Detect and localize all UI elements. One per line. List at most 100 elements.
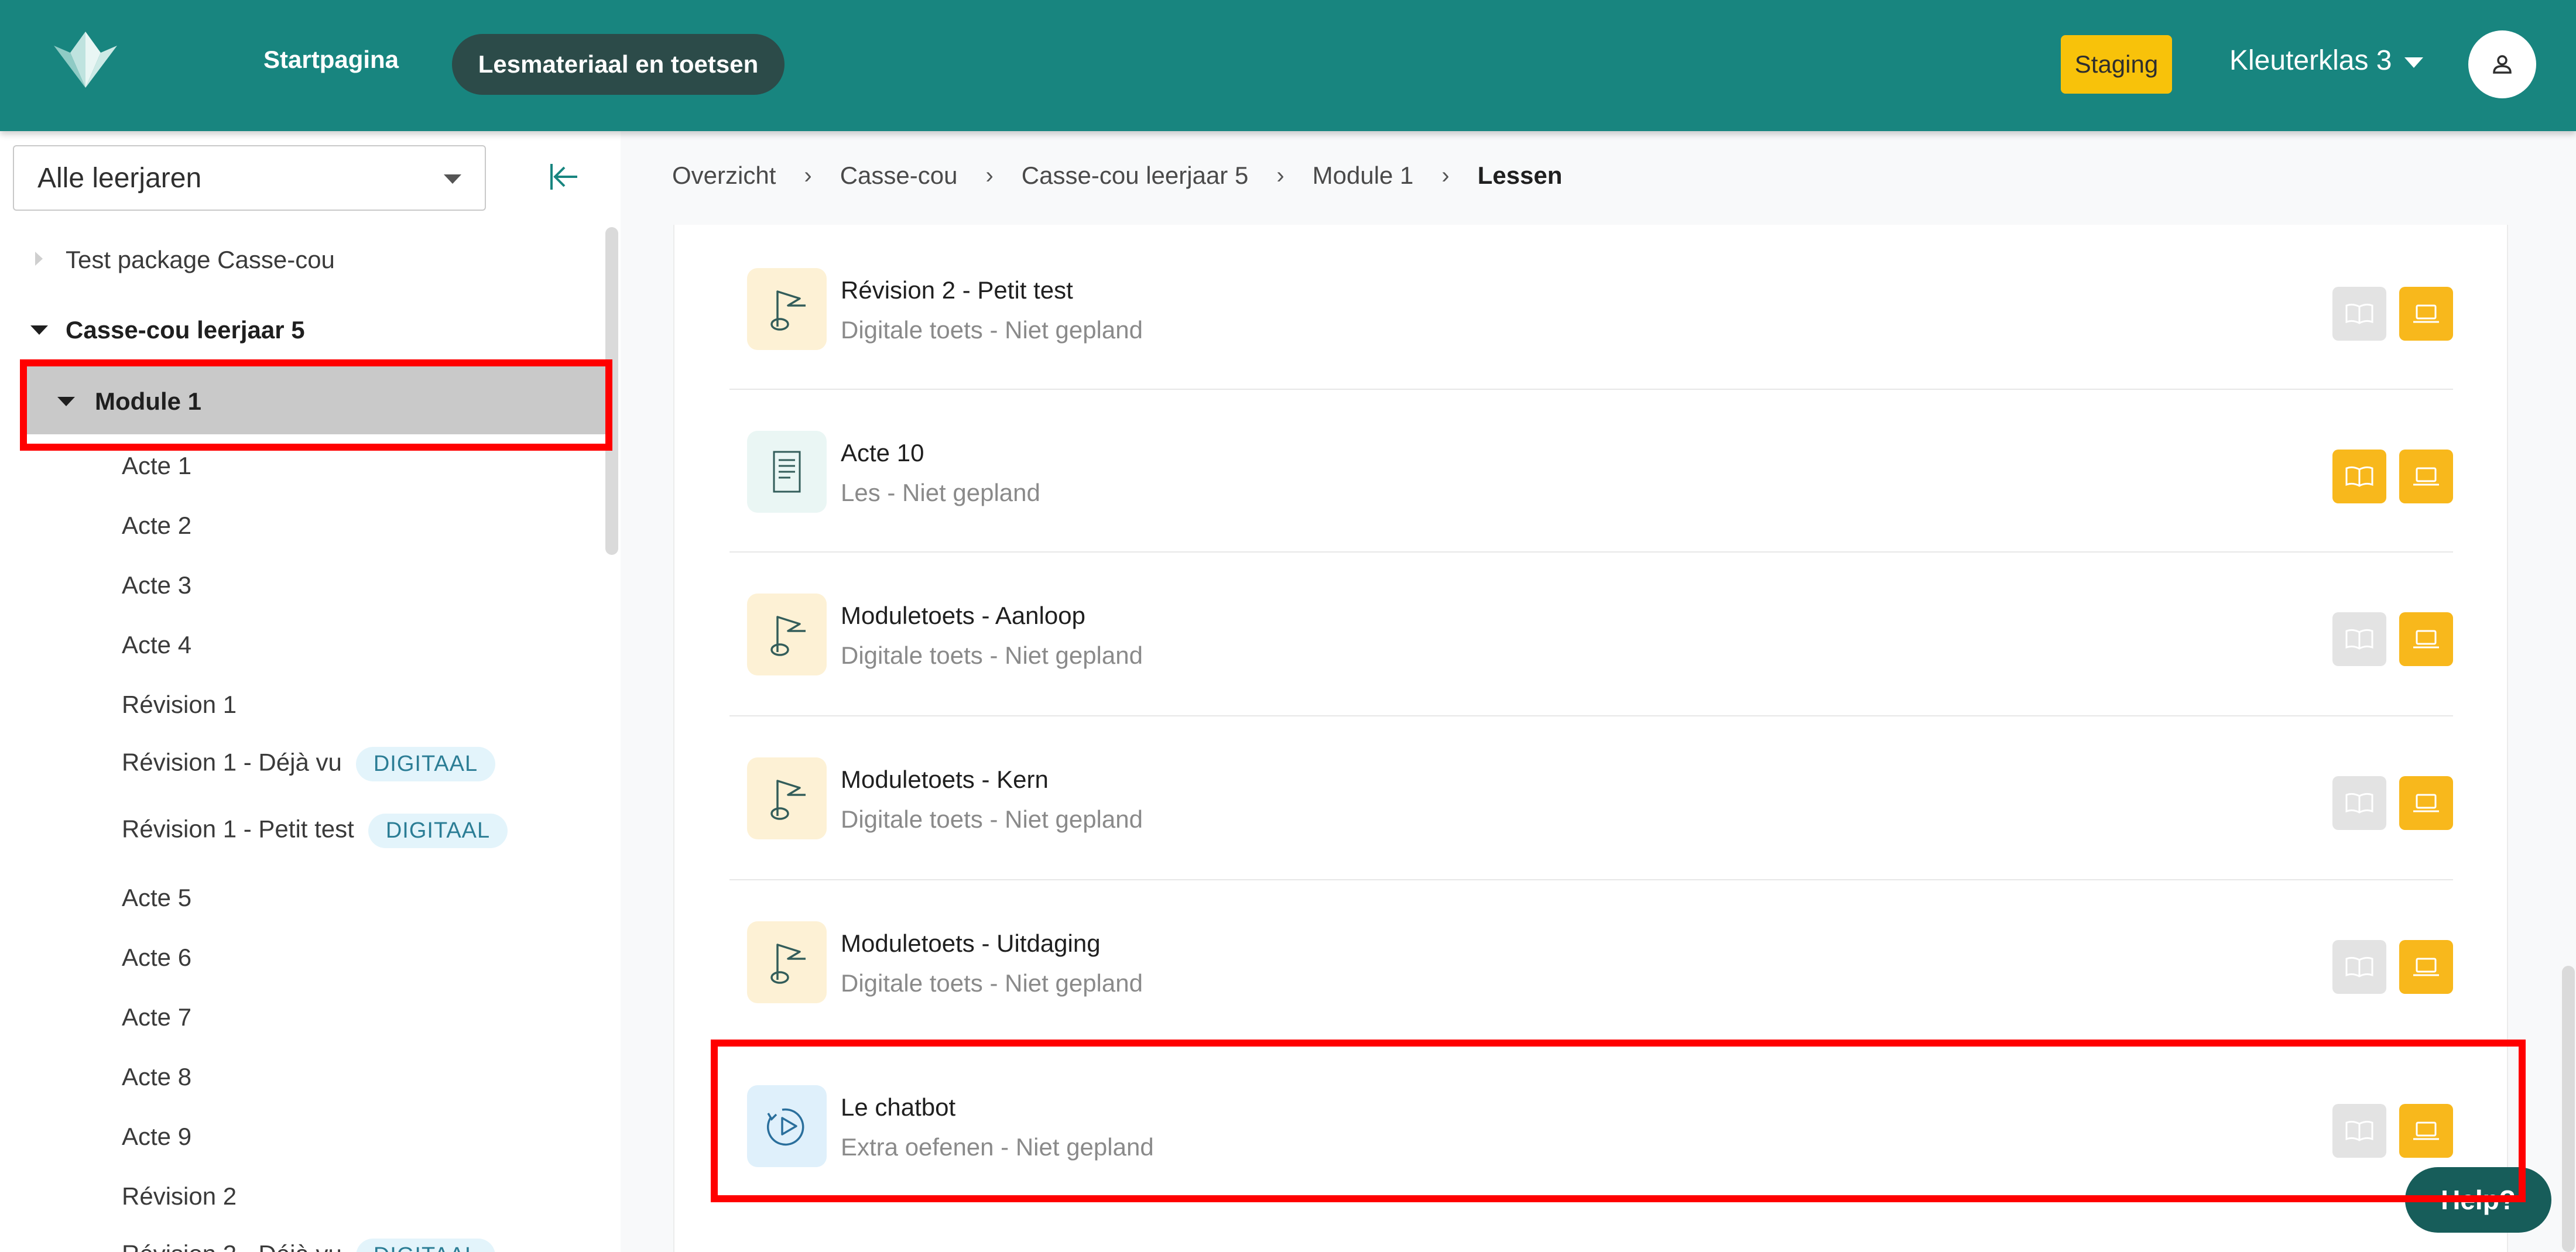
laptop-icon bbox=[2413, 1121, 2439, 1140]
breadcrumb-item[interactable]: Overzicht bbox=[672, 162, 776, 190]
open-book-button[interactable] bbox=[2332, 450, 2386, 503]
breadcrumb-separator: › bbox=[985, 162, 994, 188]
document-icon bbox=[747, 431, 827, 513]
lesson-title: Acte 10 bbox=[841, 439, 924, 467]
open-digital-button[interactable] bbox=[2399, 450, 2453, 503]
play-circle-icon bbox=[747, 1085, 827, 1167]
book-icon bbox=[2345, 956, 2373, 977]
lesson-meta: Digitale toets - Niet gepland bbox=[841, 642, 1143, 669]
lesson-meta: Digitale toets - Niet gepland bbox=[841, 805, 1143, 833]
top-bar: Startpagina Lesmateriaal en toetsen Stag… bbox=[0, 0, 2576, 131]
tree-item-module: Module 1 bbox=[95, 387, 202, 415]
breadcrumb-separator: › bbox=[804, 162, 812, 188]
sidebar-lesson-item[interactable]: Acte 2 bbox=[122, 512, 191, 540]
nav-home-link[interactable]: Startpagina bbox=[263, 46, 399, 74]
sidebar-lesson-item[interactable]: Acte 3 bbox=[122, 571, 191, 599]
open-book-button[interactable] bbox=[2332, 1104, 2386, 1158]
sidebar-lesson-item[interactable]: Acte 7 bbox=[122, 1003, 191, 1031]
sidebar-lesson-item[interactable]: Acte 8 bbox=[122, 1063, 191, 1091]
open-digital-button[interactable] bbox=[2399, 776, 2453, 830]
book-icon bbox=[2345, 793, 2373, 814]
sidebar-scrollbar[interactable] bbox=[605, 227, 618, 555]
sidebar: Alle leerjaren Test package Casse-cou Ca… bbox=[0, 131, 621, 1252]
lesson-row[interactable]: Moduletoets - Aanloop Digitale toets - N… bbox=[729, 553, 2453, 716]
caret-down-icon bbox=[444, 174, 461, 184]
lesson-meta: Extra oefenen - Niet gepland bbox=[841, 1133, 1154, 1161]
sidebar-lesson-item[interactable]: Révision 2 bbox=[122, 1182, 237, 1210]
sidebar-lesson-item[interactable]: Acte 4 bbox=[122, 631, 191, 659]
laptop-icon bbox=[2413, 794, 2439, 812]
open-book-button[interactable] bbox=[2332, 776, 2386, 830]
collapse-module-icon[interactable] bbox=[57, 397, 75, 406]
sidebar-lesson-item[interactable]: Acte 1 bbox=[122, 452, 191, 480]
digital-tag: DIGITAAL bbox=[355, 1239, 496, 1252]
expand-package-icon[interactable] bbox=[35, 252, 43, 266]
collapse-left-icon bbox=[550, 164, 577, 190]
sidebar-lesson-item[interactable]: Révision 1 bbox=[122, 691, 237, 719]
collapse-sidebar-button[interactable] bbox=[547, 160, 580, 193]
lesson-title: Moduletoets - Kern bbox=[841, 766, 1049, 793]
help-button[interactable]: Help? bbox=[2405, 1167, 2551, 1233]
sidebar-lesson-item[interactable]: Révision 2 - Déjà vuDIGITAAL bbox=[122, 1239, 496, 1252]
breadcrumb-item[interactable]: Module 1 bbox=[1313, 162, 1414, 190]
user-avatar[interactable] bbox=[2468, 30, 2536, 98]
flag-icon bbox=[747, 594, 827, 675]
sidebar-lesson-item[interactable]: Acte 5 bbox=[122, 884, 191, 912]
laptop-icon bbox=[2413, 304, 2439, 323]
laptop-icon bbox=[2413, 467, 2439, 486]
breadcrumb: Overzicht › Casse-cou › Casse-cou leerja… bbox=[672, 162, 1563, 190]
open-book-button[interactable] bbox=[2332, 287, 2386, 341]
lesson-title: Le chatbot bbox=[841, 1093, 956, 1121]
lesson-title: Moduletoets - Uitdaging bbox=[841, 929, 1101, 957]
lesson-title: Moduletoets - Aanloop bbox=[841, 602, 1085, 629]
open-digital-button[interactable] bbox=[2399, 940, 2453, 994]
sidebar-lesson-item[interactable]: Acte 6 bbox=[122, 944, 191, 972]
flag-icon bbox=[747, 921, 827, 1003]
open-book-button[interactable] bbox=[2332, 612, 2386, 666]
breadcrumb-item[interactable]: Casse-cou bbox=[840, 162, 958, 190]
collapse-grade-icon[interactable] bbox=[30, 325, 48, 335]
lesson-row[interactable]: Révision 2 - Petit test Digitale toets -… bbox=[729, 227, 2453, 391]
lesson-meta: Digitale toets - Niet gepland bbox=[841, 969, 1143, 997]
nav-materials-link[interactable]: Lesmateriaal en toetsen bbox=[452, 34, 785, 95]
class-selector[interactable]: Kleuterklas 3 bbox=[2229, 44, 2424, 77]
open-digital-button[interactable] bbox=[2399, 1104, 2453, 1158]
book-icon bbox=[2345, 1120, 2373, 1141]
grade-select[interactable]: Alle leerjaren bbox=[13, 145, 486, 211]
digital-tag: DIGITAAL bbox=[368, 814, 508, 848]
user-icon bbox=[2493, 55, 2512, 74]
tree-item-package[interactable]: Test package Casse-cou bbox=[66, 246, 335, 274]
grade-select-value: Alle leerjaren bbox=[37, 162, 202, 194]
digital-tag: DIGITAAL bbox=[355, 747, 496, 781]
lesson-row[interactable]: Moduletoets - Uitdaging Digitale toets -… bbox=[729, 880, 2453, 1044]
sidebar-lesson-item[interactable]: Révision 1 - Déjà vu DIGITAAL bbox=[122, 747, 496, 781]
tree-item-module-row[interactable]: Module 1 bbox=[27, 366, 607, 434]
lesson-row[interactable]: Le chatbot Extra oefenen - Niet gepland bbox=[729, 1044, 2453, 1208]
staging-badge: Staging bbox=[2061, 35, 2172, 94]
class-name: Kleuterklas 3 bbox=[2229, 45, 2392, 76]
laptop-icon bbox=[2413, 630, 2439, 649]
breadcrumb-item[interactable]: Casse-cou leerjaar 5 bbox=[1022, 162, 1249, 190]
breadcrumb-separator: › bbox=[1441, 162, 1450, 188]
book-icon bbox=[2345, 629, 2373, 650]
logo-icon[interactable] bbox=[49, 29, 122, 90]
open-digital-button[interactable] bbox=[2399, 287, 2453, 341]
tree-item-grade[interactable]: Casse-cou leerjaar 5 bbox=[66, 316, 305, 344]
flag-icon bbox=[747, 757, 827, 839]
open-digital-button[interactable] bbox=[2399, 612, 2453, 666]
lesson-title: Révision 2 - Petit test bbox=[841, 276, 1073, 304]
book-icon bbox=[2345, 303, 2373, 324]
chevron-down-icon bbox=[2404, 57, 2424, 68]
main-scrollbar[interactable] bbox=[2562, 966, 2575, 1252]
book-icon bbox=[2345, 466, 2373, 487]
flag-icon bbox=[747, 268, 827, 350]
lesson-meta: Les - Niet gepland bbox=[841, 479, 1040, 506]
lesson-meta: Digitale toets - Niet gepland bbox=[841, 316, 1143, 344]
lesson-row[interactable]: Moduletoets - Kern Digitale toets - Niet… bbox=[729, 716, 2453, 880]
laptop-icon bbox=[2413, 958, 2439, 976]
sidebar-lesson-item[interactable]: Révision 1 - Petit test DIGITAAL bbox=[122, 814, 508, 848]
sidebar-lesson-item[interactable]: Acte 9 bbox=[122, 1123, 191, 1151]
breadcrumb-separator: › bbox=[1276, 162, 1284, 188]
lesson-row[interactable]: Acte 10 Les - Niet gepland bbox=[729, 390, 2453, 554]
open-book-button[interactable] bbox=[2332, 940, 2386, 994]
